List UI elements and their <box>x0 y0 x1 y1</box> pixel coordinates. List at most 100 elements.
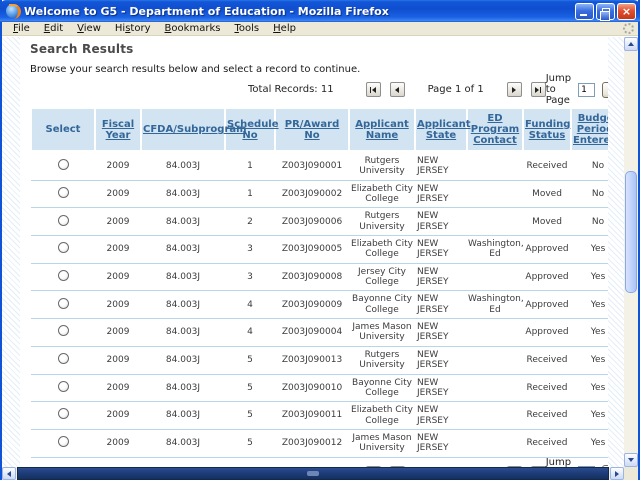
select-radio[interactable] <box>58 381 69 392</box>
horizontal-scrollbar[interactable] <box>2 467 624 480</box>
column-header-budget-periods-entered[interactable]: Budget Periods Entered? <box>571 108 608 152</box>
column-header-ed-program-contact[interactable]: ED Program Contact <box>467 108 523 152</box>
select-radio[interactable] <box>58 408 69 419</box>
vertical-scrollbar[interactable] <box>624 37 638 467</box>
last-page-button[interactable] <box>531 82 546 97</box>
first-page-button[interactable] <box>366 466 381 467</box>
cell-budget-periods-entered: Yes <box>571 319 608 347</box>
table-row: 200984.003J3Z003J090008Jersey City Colle… <box>31 263 608 291</box>
cell-budget-periods-entered: Yes <box>571 291 608 319</box>
select-radio[interactable] <box>58 159 69 170</box>
cell-applicant-name: Rutgers University <box>349 152 415 181</box>
next-page-button[interactable] <box>507 82 522 97</box>
cell-ed-program-contact <box>467 429 523 457</box>
cell-fiscal-year: 2009 <box>95 263 141 291</box>
cell-applicant-name: Rutgers University <box>349 346 415 374</box>
menu-bookmarks[interactable]: Bookmarks <box>158 23 228 34</box>
pager-controls: Page 1 of 1 <box>366 466 546 467</box>
cell-budget-periods-entered: Yes <box>571 429 608 457</box>
column-header-applicant-name[interactable]: Applicant Name <box>349 108 415 152</box>
menu-edit[interactable]: Edit <box>37 23 70 34</box>
go-button[interactable]: Go <box>602 82 608 98</box>
page-title: Search Results <box>30 42 604 56</box>
menu-file[interactable]: File <box>6 23 37 34</box>
cell-funding-status: Approved <box>523 319 571 347</box>
jump-to-page-group: Jump to Page Go <box>546 457 608 467</box>
menu-view[interactable]: View <box>70 23 108 34</box>
jump-to-page-group: Jump to Page Go <box>546 73 608 106</box>
first-page-button[interactable] <box>366 82 381 97</box>
menu-history[interactable]: History <box>108 23 158 34</box>
cell-pr-award-no: Z003J090013 <box>275 346 349 374</box>
cell-schedule-no: 4 <box>225 319 275 347</box>
column-header-cfda-subprogram[interactable]: CFDA/Subprogram <box>141 108 225 152</box>
restore-icon <box>602 8 610 16</box>
cell-fiscal-year: 2009 <box>95 429 141 457</box>
select-radio[interactable] <box>58 436 69 447</box>
cell-schedule-no: 3 <box>225 263 275 291</box>
select-radio[interactable] <box>58 187 69 198</box>
menu-tools[interactable]: Tools <box>227 23 266 34</box>
scroll-left-button[interactable] <box>2 467 16 480</box>
resize-corner[interactable] <box>624 467 638 480</box>
menu-help[interactable]: Help <box>266 23 303 34</box>
firefox-icon <box>6 4 20 18</box>
page-indicator: Page 1 of 1 <box>428 84 484 95</box>
minimize-icon <box>580 14 587 16</box>
select-radio[interactable] <box>58 353 69 364</box>
cell-fiscal-year: 2009 <box>95 402 141 430</box>
table-row: 200984.003J5Z003J090013Rutgers Universit… <box>31 346 608 374</box>
vertical-scroll-thumb[interactable] <box>625 171 637 293</box>
table-row: 200984.003J3Z003J090005Elizabeth City Co… <box>31 236 608 264</box>
pager-controls: Page 1 of 1 <box>366 82 546 97</box>
column-header-fiscal-year[interactable]: Fiscal Year <box>95 108 141 152</box>
table-row: 200984.003J4Z003J090009Bayonne City Coll… <box>31 291 608 319</box>
cell-cfda-subprogram: 84.003J <box>141 374 225 402</box>
last-page-button[interactable] <box>531 466 546 467</box>
cell-fiscal-year: 2009 <box>95 180 141 208</box>
select-radio[interactable] <box>58 270 69 281</box>
table-row: 200984.003J5Z003J090010Bayonne City Coll… <box>31 374 608 402</box>
select-radio[interactable] <box>58 298 69 309</box>
restore-button[interactable] <box>596 3 615 20</box>
select-radio[interactable] <box>58 215 69 226</box>
cell-applicant-state: NEW JERSEY <box>415 263 467 291</box>
cell-applicant-state: NEW JERSEY <box>415 208 467 236</box>
go-button[interactable]: Go <box>602 465 608 467</box>
column-header-select: Select <box>31 108 95 152</box>
scroll-down-button[interactable] <box>624 453 638 467</box>
cell-applicant-state: NEW JERSEY <box>415 152 467 181</box>
cell-ed-program-contact <box>467 180 523 208</box>
next-page-button[interactable] <box>507 466 522 467</box>
jump-to-page-input[interactable] <box>578 466 595 467</box>
column-header-pr-award-no[interactable]: PR/Award No <box>275 108 349 152</box>
last-page-icon <box>535 87 539 93</box>
minimize-button[interactable] <box>575 3 594 20</box>
cell-budget-periods-entered: Yes <box>571 346 608 374</box>
cell-funding-status: Approved <box>523 236 571 264</box>
jump-to-page-input[interactable] <box>578 83 595 97</box>
pagination-bottom: Total Records: 11 Page 1 of 1 Jump to Pa… <box>30 459 604 467</box>
cell-applicant-state: NEW JERSEY <box>415 346 467 374</box>
table-row: 200984.003J1Z003J090002Elizabeth City Co… <box>31 180 608 208</box>
select-radio[interactable] <box>58 325 69 336</box>
cell-ed-program-contact <box>467 319 523 347</box>
cell-fiscal-year: 2009 <box>95 319 141 347</box>
cell-applicant-name: Elizabeth City College <box>349 180 415 208</box>
scroll-right-button[interactable] <box>610 467 624 480</box>
column-header-funding-status[interactable]: Funding Status <box>523 108 571 152</box>
previous-page-button[interactable] <box>390 466 405 467</box>
previous-page-button[interactable] <box>390 82 405 97</box>
cell-cfda-subprogram: 84.003J <box>141 346 225 374</box>
scroll-up-button[interactable] <box>624 37 638 51</box>
menu-bar: FileEditViewHistoryBookmarksToolsHelp <box>2 22 638 36</box>
left-margin-stripe <box>2 37 20 467</box>
arrow-right-icon <box>615 471 619 477</box>
cell-select <box>31 152 95 181</box>
close-button[interactable]: × <box>617 3 636 20</box>
horizontal-scroll-thumb[interactable] <box>17 467 609 480</box>
cell-pr-award-no: Z003J090009 <box>275 291 349 319</box>
select-radio[interactable] <box>58 242 69 253</box>
column-header-applicant-state[interactable]: Applicant State <box>415 108 467 152</box>
table-row: 200984.003J5Z003J090011Elizabeth City Co… <box>31 402 608 430</box>
